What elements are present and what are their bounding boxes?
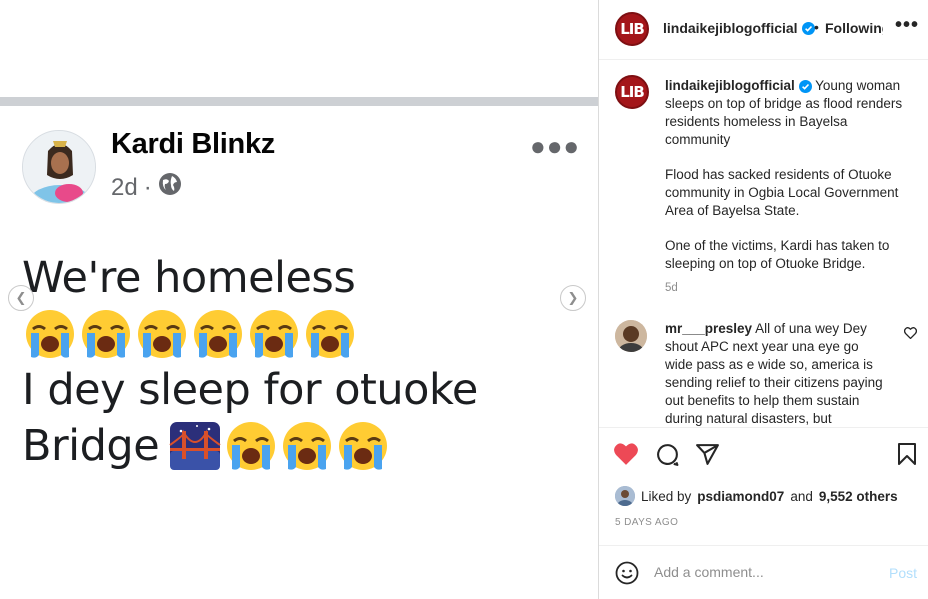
more-horizontal-icon[interactable]: ●●● <box>530 131 580 162</box>
commenter-avatar[interactable] <box>615 320 647 352</box>
crying-emoji-row <box>22 306 478 362</box>
more-horizontal-icon[interactable]: ••• <box>895 14 919 37</box>
chevron-left-icon[interactable]: ❮ <box>8 285 34 311</box>
share-icon[interactable] <box>695 442 720 467</box>
post-line-3-row: Bridge <box>22 418 478 474</box>
heart-filled-icon[interactable] <box>613 442 639 466</box>
post-date[interactable]: 5 DAYS AGO <box>615 517 678 528</box>
liked-by-user[interactable]: psdiamond07 <box>697 489 784 504</box>
verified-badge-icon <box>801 21 815 35</box>
author-username-text[interactable]: lindaikejiblogofficial <box>663 20 798 36</box>
liked-by-prefix: Liked by <box>641 488 692 504</box>
fb-post-meta: 2d · <box>111 172 182 203</box>
comment: mr___presley All of una wey Dey shout AP… <box>665 320 889 427</box>
caption: lindaikejiblogofficial Young woman sleep… <box>665 77 913 273</box>
caption-author-avatar[interactable]: LIB <box>615 75 649 109</box>
liked-others-count[interactable]: 9,552 others <box>819 489 898 504</box>
following-button[interactable]: Following <box>825 20 883 36</box>
fb-author-avatar <box>22 130 96 204</box>
author-avatar[interactable]: LIB <box>615 12 649 46</box>
fb-post-age: 2d <box>111 173 138 201</box>
comment-text: All of una wey Dey shout APC next year u… <box>665 321 883 426</box>
post-line-3: Bridge <box>22 421 160 471</box>
post-sidebar: LIB lindaikejiblogofficial • Following •… <box>598 0 928 599</box>
post-header: LIB lindaikejiblogofficial • Following •… <box>599 0 928 60</box>
header-dot: • <box>814 19 819 35</box>
loudly-crying-face-emoji <box>250 310 298 358</box>
verified-badge-icon <box>798 79 812 93</box>
caption-paragraph-2: One of the victims, Kardi has taken to s… <box>665 238 890 271</box>
fb-post-text: We're homeless I dey sleep for otuoke Br… <box>22 250 478 474</box>
likes-summary: Liked by psdiamond07 and 9,552 others <box>615 486 898 506</box>
loudly-crying-face-emoji <box>82 310 130 358</box>
comments-area[interactable]: LIB lindaikejiblogofficial Young woman s… <box>599 61 928 427</box>
globe-icon <box>158 172 182 203</box>
comment-composer: Post <box>599 545 928 599</box>
comment-input[interactable] <box>654 560 874 584</box>
action-bar: Liked by psdiamond07 and 9,552 others 5 … <box>599 427 928 545</box>
smiley-icon[interactable] <box>615 561 639 585</box>
bridge-at-night-emoji <box>169 422 221 470</box>
loudly-crying-face-emoji <box>194 310 242 358</box>
loudly-crying-face-emoji <box>138 310 186 358</box>
fb-author-name: Kardi Blinkz <box>111 128 275 160</box>
loudly-crying-face-emoji <box>306 310 354 358</box>
screenshot-top-bar <box>0 97 598 106</box>
liker-avatar[interactable] <box>615 486 635 506</box>
post-line-2: I dey sleep for otuoke <box>22 365 478 415</box>
caption-username[interactable]: lindaikejiblogofficial <box>665 78 795 93</box>
loudly-crying-face-emoji <box>339 422 388 470</box>
caption-timestamp[interactable]: 5d <box>665 282 678 294</box>
loudly-crying-face-emoji <box>227 422 276 470</box>
author-username[interactable]: lindaikejiblogofficial <box>663 20 815 36</box>
post-line-1: We're homeless <box>22 253 356 303</box>
post-media[interactable]: Kardi Blinkz 2d · ●●● We're homeless I d… <box>0 0 598 599</box>
post-button[interactable]: Post <box>889 565 917 581</box>
caption-paragraph-1: Flood has sacked residents of Otuoke com… <box>665 167 899 218</box>
liked-and: and <box>790 488 813 504</box>
comment-like-heart-icon[interactable] <box>904 327 917 339</box>
bookmark-icon[interactable] <box>897 442 917 466</box>
loudly-crying-face-emoji <box>26 310 74 358</box>
loudly-crying-face-emoji <box>283 422 332 470</box>
comment-icon[interactable] <box>655 442 680 467</box>
comment-username[interactable]: mr___presley <box>665 321 752 336</box>
fb-meta-separator: · <box>143 173 152 201</box>
chevron-right-icon[interactable]: ❯ <box>560 285 586 311</box>
